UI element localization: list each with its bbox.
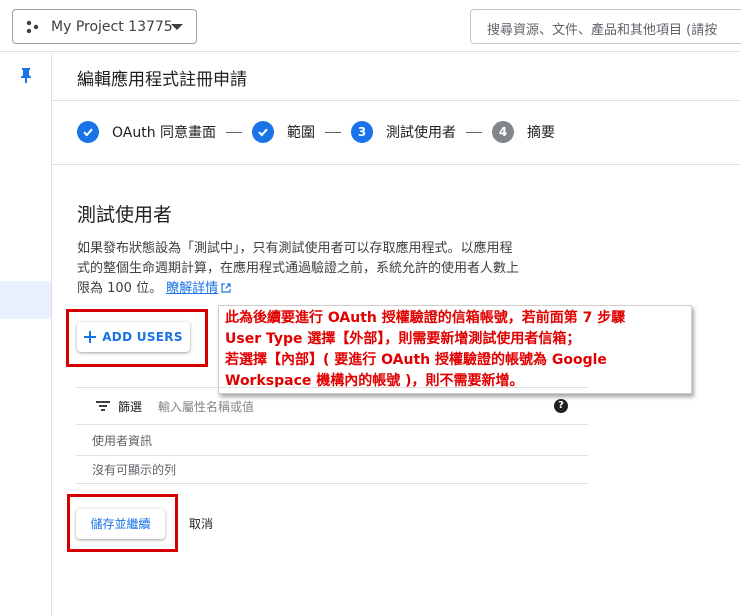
annotation-highlight-save [67,494,178,552]
pin-icon[interactable] [19,67,33,83]
column-header-user-info[interactable]: 使用者資訊 [76,426,588,456]
step-summary[interactable]: 摘要 [527,122,555,142]
step-number-badge: 3 [351,121,374,143]
help-icon[interactable]: ? [554,399,568,413]
table-empty-row: 沒有可顯示的列 [76,456,588,484]
check-icon [77,121,99,143]
project-nodes-icon [26,20,39,33]
step-connector [325,131,342,133]
left-rail [0,53,52,615]
step-connector [226,131,243,133]
step-oauth-consent[interactable]: OAuth 同意畫面 [112,122,216,142]
chevron-down-icon [171,24,183,30]
step-connector [466,131,483,133]
filter-label: 篩選 [118,399,143,414]
divider [52,100,741,101]
section-description: 如果發布狀態設為「測試中」，只有測試使用者可以存取應用程式。以應用程 式的整個生… [77,239,597,299]
top-bar: My Project 13775 搜尋資源、文件、產品和其他項目 (請按 [0,0,741,52]
desc-line: 限為 100 位。 [77,281,163,296]
callout-line: User Type 選擇【外部】，則需要新增測試使用者信箱； [225,331,581,347]
external-link-icon [221,283,231,293]
annotation-callout: 此為後續要進行 OAuth 授權驗證的信箱帳號，若前面第 7 步驟 User T… [218,305,692,394]
filter-icon [96,400,110,412]
step-scopes[interactable]: 範圍 [287,122,315,142]
check-icon [252,121,275,143]
page-title: 編輯應用程式註冊申請 [77,70,247,90]
desc-line: 式的整個生命週期計算，在應用程式通過驗證之前，系統允許的使用者人數上 [77,261,520,276]
learn-more-link[interactable]: 瞭解詳情 [166,281,218,296]
rail-active-item[interactable] [0,281,51,319]
search-placeholder: 搜尋資源、文件、產品和其他項目 (請按 [487,23,718,38]
desc-line-last: 限為 100 位。 瞭解詳情 [77,279,597,299]
annotation-highlight-add-users [66,309,208,367]
desc-line: 如果發布狀態設為「測試中」，只有測試使用者可以存取應用程式。以應用程 [77,241,513,256]
project-name: My Project 13775 [51,18,173,35]
filter-bar: 篩選 輸入屬性名稱或值 ? [76,387,588,425]
filter-input[interactable]: 輸入屬性名稱或值 [158,398,254,415]
stepper: OAuth 同意畫面 範圍 3 測試使用者 4 摘要 [77,120,555,144]
search-input[interactable]: 搜尋資源、文件、產品和其他項目 (請按 [470,9,741,44]
divider [52,164,741,165]
cancel-button[interactable]: 取消 [189,509,213,539]
section-title: 測試使用者 [77,204,173,226]
project-selector[interactable]: My Project 13775 [12,9,197,44]
step-test-users[interactable]: 測試使用者 [386,122,456,142]
callout-line: 此為後續要進行 OAuth 授權驗證的信箱帳號，若前面第 7 步驟 [225,310,626,326]
step-number-badge: 4 [492,121,515,143]
callout-line: 若選擇【內部】( 要進行 OAuth 授權驗證的帳號為 Google [225,352,607,368]
